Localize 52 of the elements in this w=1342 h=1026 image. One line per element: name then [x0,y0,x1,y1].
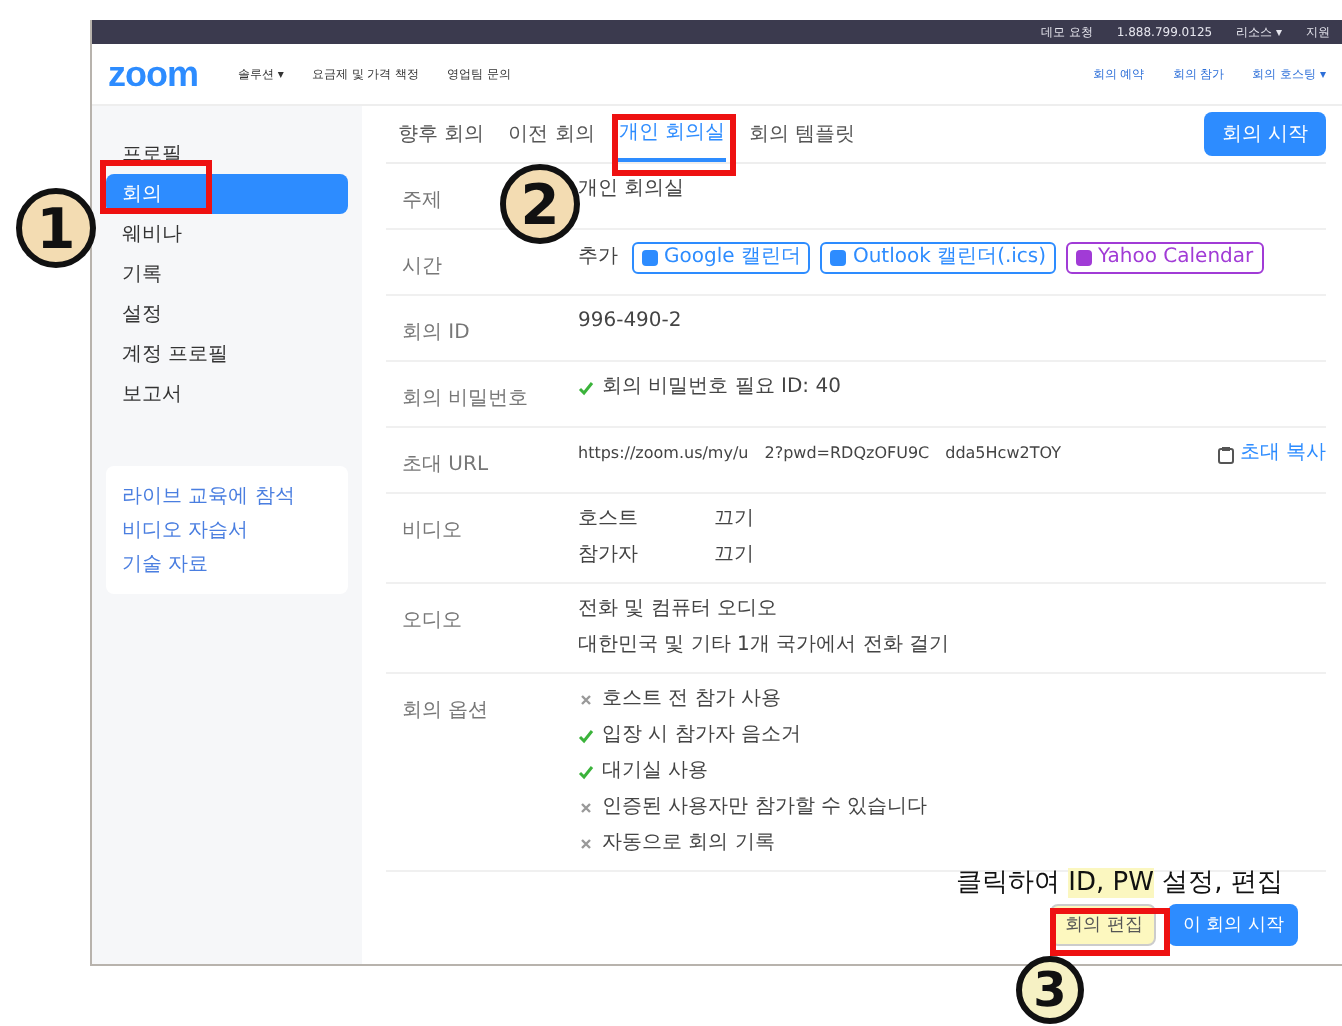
field-value: 996-490-2 [578,308,684,336]
highlight-frame [1050,908,1170,956]
field-value: https://zoom.us/my/u [578,442,749,466]
option-label: 회의 비밀번호 필요 ID: 40 [602,374,841,402]
sidebar-item[interactable]: 기록 [106,254,348,294]
step-number: 3 [1016,956,1084,1024]
field-label: 회의 옵션 [402,700,489,722]
field-value: 끄기 [714,542,756,570]
tab[interactable]: 이전 회의 [508,108,595,160]
sidebar-item[interactable]: 설정 [106,294,348,334]
tab[interactable]: 향후 회의 [398,108,485,160]
highlight-frame [100,160,212,214]
option-label: 자동으로 회의 기록 [602,830,775,858]
field-value: 대한민국 및 기타 1개 국가에서 전화 걸기 [578,632,949,660]
field-value: 호스트 [578,506,640,534]
field-label: 오디오 [402,610,462,632]
field-label: 회의 비밀번호 [402,388,529,410]
step-number: 2 [500,164,580,244]
tab[interactable]: 회의 템플릿 [749,108,856,160]
field-value: 추가 [578,244,618,272]
field-value: 2?pwd=RDQzOFU9C [764,442,930,466]
help-link[interactable]: 라이브 교육에 참석 [122,482,332,510]
help-link[interactable]: 비디오 자습서 [122,516,332,544]
highlight-frame [612,114,736,176]
calendar-button[interactable]: Yahoo Calendar [1066,242,1264,274]
check-icon [578,380,594,396]
option-label: 대기실 사용 [602,758,709,786]
help-link[interactable]: 기술 자료 [122,550,332,578]
field-label: 초대 URL [402,454,489,476]
sidebar-item[interactable]: 계정 프로필 [106,334,348,374]
cross-icon [578,800,594,816]
check-icon [578,764,594,780]
cross-icon [578,692,594,708]
field-value: 개인 회의실 [578,176,687,204]
field-label: 회의 ID [402,322,470,344]
check-icon [578,728,594,744]
option-label: 인증된 사용자만 참가할 수 있습니다 [602,794,928,822]
annotation-text: 클릭하여 ID, PW 설정, 편집 [956,866,1283,900]
field-label: 주제 [402,190,442,212]
field-value: 전화 및 컴퓨터 오디오 [578,596,778,624]
field-value: 끄기 [714,506,756,534]
field-value: 참가자 [578,542,640,570]
field-label: 비디오 [402,520,462,542]
field-label: 시간 [402,256,442,278]
step-number: 1 [16,188,96,268]
clipboard-icon [1217,445,1234,463]
option-label: 입장 시 참가자 음소거 [602,722,802,750]
sidebar-item[interactable]: 웨비나 [106,214,348,254]
cross-icon [578,836,594,852]
option-label: 호스트 전 참가 사용 [602,686,782,714]
field-value: dda5Hcw2TOY [945,442,1061,466]
sidebar-item[interactable]: 보고서 [106,374,348,414]
